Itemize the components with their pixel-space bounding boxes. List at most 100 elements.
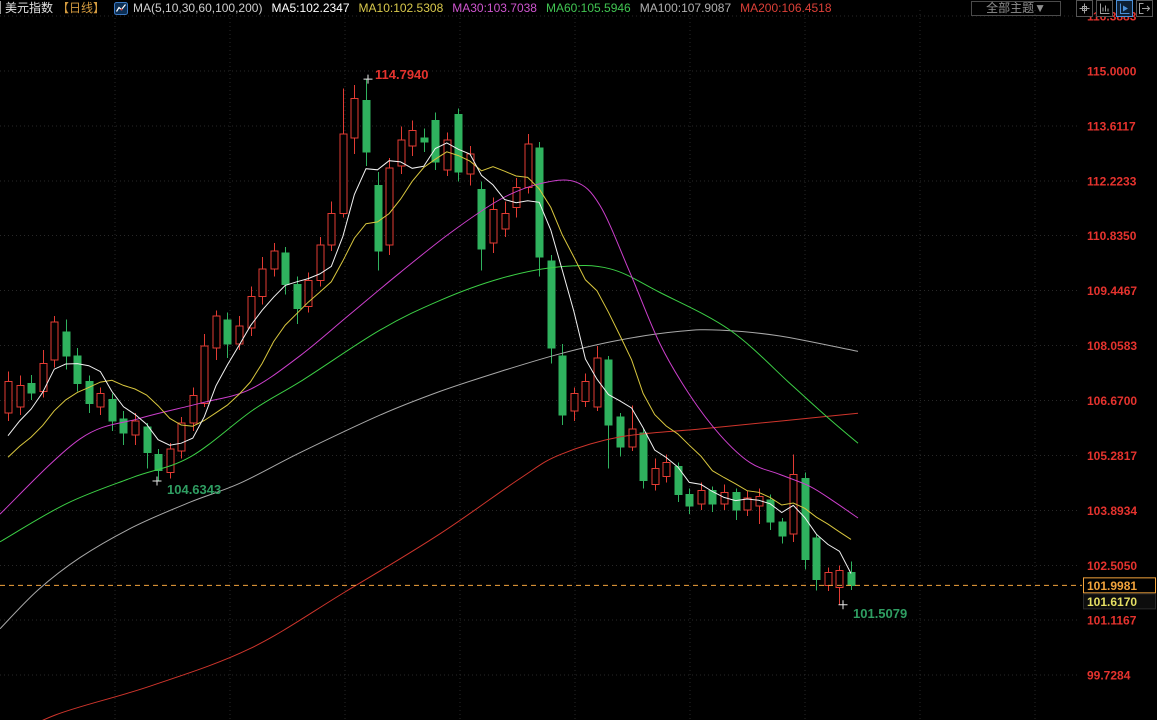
y-axis-label: 101.1167 xyxy=(1087,614,1137,628)
candle xyxy=(662,454,671,483)
candle xyxy=(62,319,71,370)
candle xyxy=(801,472,810,570)
candle xyxy=(4,371,13,422)
price-annotation: 114.7940 xyxy=(363,67,429,84)
candle xyxy=(789,454,798,542)
candle xyxy=(339,88,348,218)
candle xyxy=(824,567,833,592)
candle xyxy=(420,128,429,153)
candle xyxy=(27,374,36,401)
candle xyxy=(651,458,660,491)
ma10-value: MA10:102.5308 xyxy=(358,1,444,15)
candle xyxy=(570,387,579,422)
candle xyxy=(628,405,637,451)
chart-header: 美元指数 【日线】 MA(5,10,30,60,100,200) MA5:102… xyxy=(0,0,1157,17)
chart-toolbar xyxy=(1076,0,1153,17)
candle xyxy=(408,120,417,156)
candle xyxy=(812,533,821,591)
period-label: 【日线】 xyxy=(57,1,106,15)
candle xyxy=(616,413,625,457)
annotation-text: 114.7940 xyxy=(375,67,429,82)
candle xyxy=(639,428,648,489)
y-axis-label: 99.7284 xyxy=(1087,669,1131,683)
crosshair-icon[interactable] xyxy=(1076,0,1093,17)
candle xyxy=(385,157,394,255)
y-axis-label: 113.6117 xyxy=(1087,119,1136,133)
y-axis-label: 105.2817 xyxy=(1087,449,1137,463)
candle xyxy=(512,177,521,218)
candle xyxy=(524,134,533,194)
candle xyxy=(200,334,209,408)
chart-window: 116.3883 115.0000 113.6117 112.2233 110.8350… xyxy=(0,0,1157,720)
price-annotation: 104.6343 xyxy=(152,476,221,497)
candle xyxy=(350,84,359,155)
ma200-value: MA200:106.4518 xyxy=(740,1,832,15)
candle xyxy=(454,108,463,182)
candle xyxy=(293,276,302,325)
y-axis-label: 112.2233 xyxy=(1087,174,1137,188)
chart-frame-icon[interactable] xyxy=(1096,0,1113,17)
ma60-line xyxy=(0,265,859,543)
candle xyxy=(50,316,59,368)
candle xyxy=(743,490,752,517)
chart-canvas[interactable]: 116.3883115.0000113.6117112.2233110.8350… xyxy=(0,0,1157,720)
y-axis-label: 115.0000 xyxy=(1087,64,1137,78)
annotation-text: 101.5079 xyxy=(853,606,907,621)
ma30-value: MA30:103.7038 xyxy=(452,1,537,15)
ma200-line xyxy=(42,412,859,720)
candle xyxy=(466,146,475,186)
candle xyxy=(685,488,694,515)
y-axis-label: 102.5050 xyxy=(1087,559,1137,573)
candle xyxy=(327,201,336,251)
candle xyxy=(119,411,128,445)
price-annotation: 101.5079 xyxy=(838,600,907,621)
candle xyxy=(604,355,613,469)
candle xyxy=(96,387,105,416)
candle xyxy=(316,237,325,287)
candle xyxy=(558,343,567,426)
candle xyxy=(143,423,152,469)
chart-play-icon[interactable] xyxy=(1116,0,1133,17)
y-axis-label: 109.4467 xyxy=(1087,284,1137,298)
candle xyxy=(85,375,94,414)
candle xyxy=(593,345,602,412)
candle xyxy=(73,347,82,392)
ma5-value: MA5:102.2347 xyxy=(271,1,350,15)
candle xyxy=(258,256,267,305)
ma60-value: MA60:105.5946 xyxy=(545,1,631,15)
cross-marker xyxy=(363,74,373,84)
y-axis-label: 108.0583 xyxy=(1087,339,1137,353)
ma30-line xyxy=(0,179,859,519)
candle xyxy=(547,254,556,364)
close-price-label: 101.6170 xyxy=(1087,595,1137,609)
cross-marker xyxy=(152,476,162,486)
candle xyxy=(397,126,406,174)
candle xyxy=(166,442,175,479)
y-axis-label: 103.8934 xyxy=(1087,504,1137,518)
candle xyxy=(154,448,163,482)
candle xyxy=(443,132,452,176)
candle xyxy=(362,79,371,166)
pop-out-icon[interactable] xyxy=(1136,0,1153,17)
y-axis-label: 106.6700 xyxy=(1087,394,1137,408)
candle xyxy=(489,197,498,253)
ma100-value: MA100:107.9087 xyxy=(639,1,732,15)
annotation-text: 104.6343 xyxy=(167,482,221,497)
candle xyxy=(581,373,590,408)
grid-lines xyxy=(0,10,1080,720)
candle xyxy=(270,243,279,277)
y-axis-label: 110.8350 xyxy=(1087,229,1137,243)
candle xyxy=(477,181,486,271)
candles xyxy=(4,79,856,605)
theme-selector-dropdown[interactable]: 全部主题▼ xyxy=(971,0,1061,16)
candle xyxy=(131,413,140,445)
candle xyxy=(732,488,741,520)
last-price-label: 101.9981 xyxy=(1087,579,1137,593)
symbol-name: 美元指数 xyxy=(5,1,54,15)
candle xyxy=(501,201,510,238)
mini-chart-icon[interactable] xyxy=(114,1,129,15)
candle xyxy=(16,375,25,416)
candle xyxy=(212,310,221,360)
ma-group-label: MA(5,10,30,60,100,200) xyxy=(133,1,263,15)
candle xyxy=(778,518,787,544)
